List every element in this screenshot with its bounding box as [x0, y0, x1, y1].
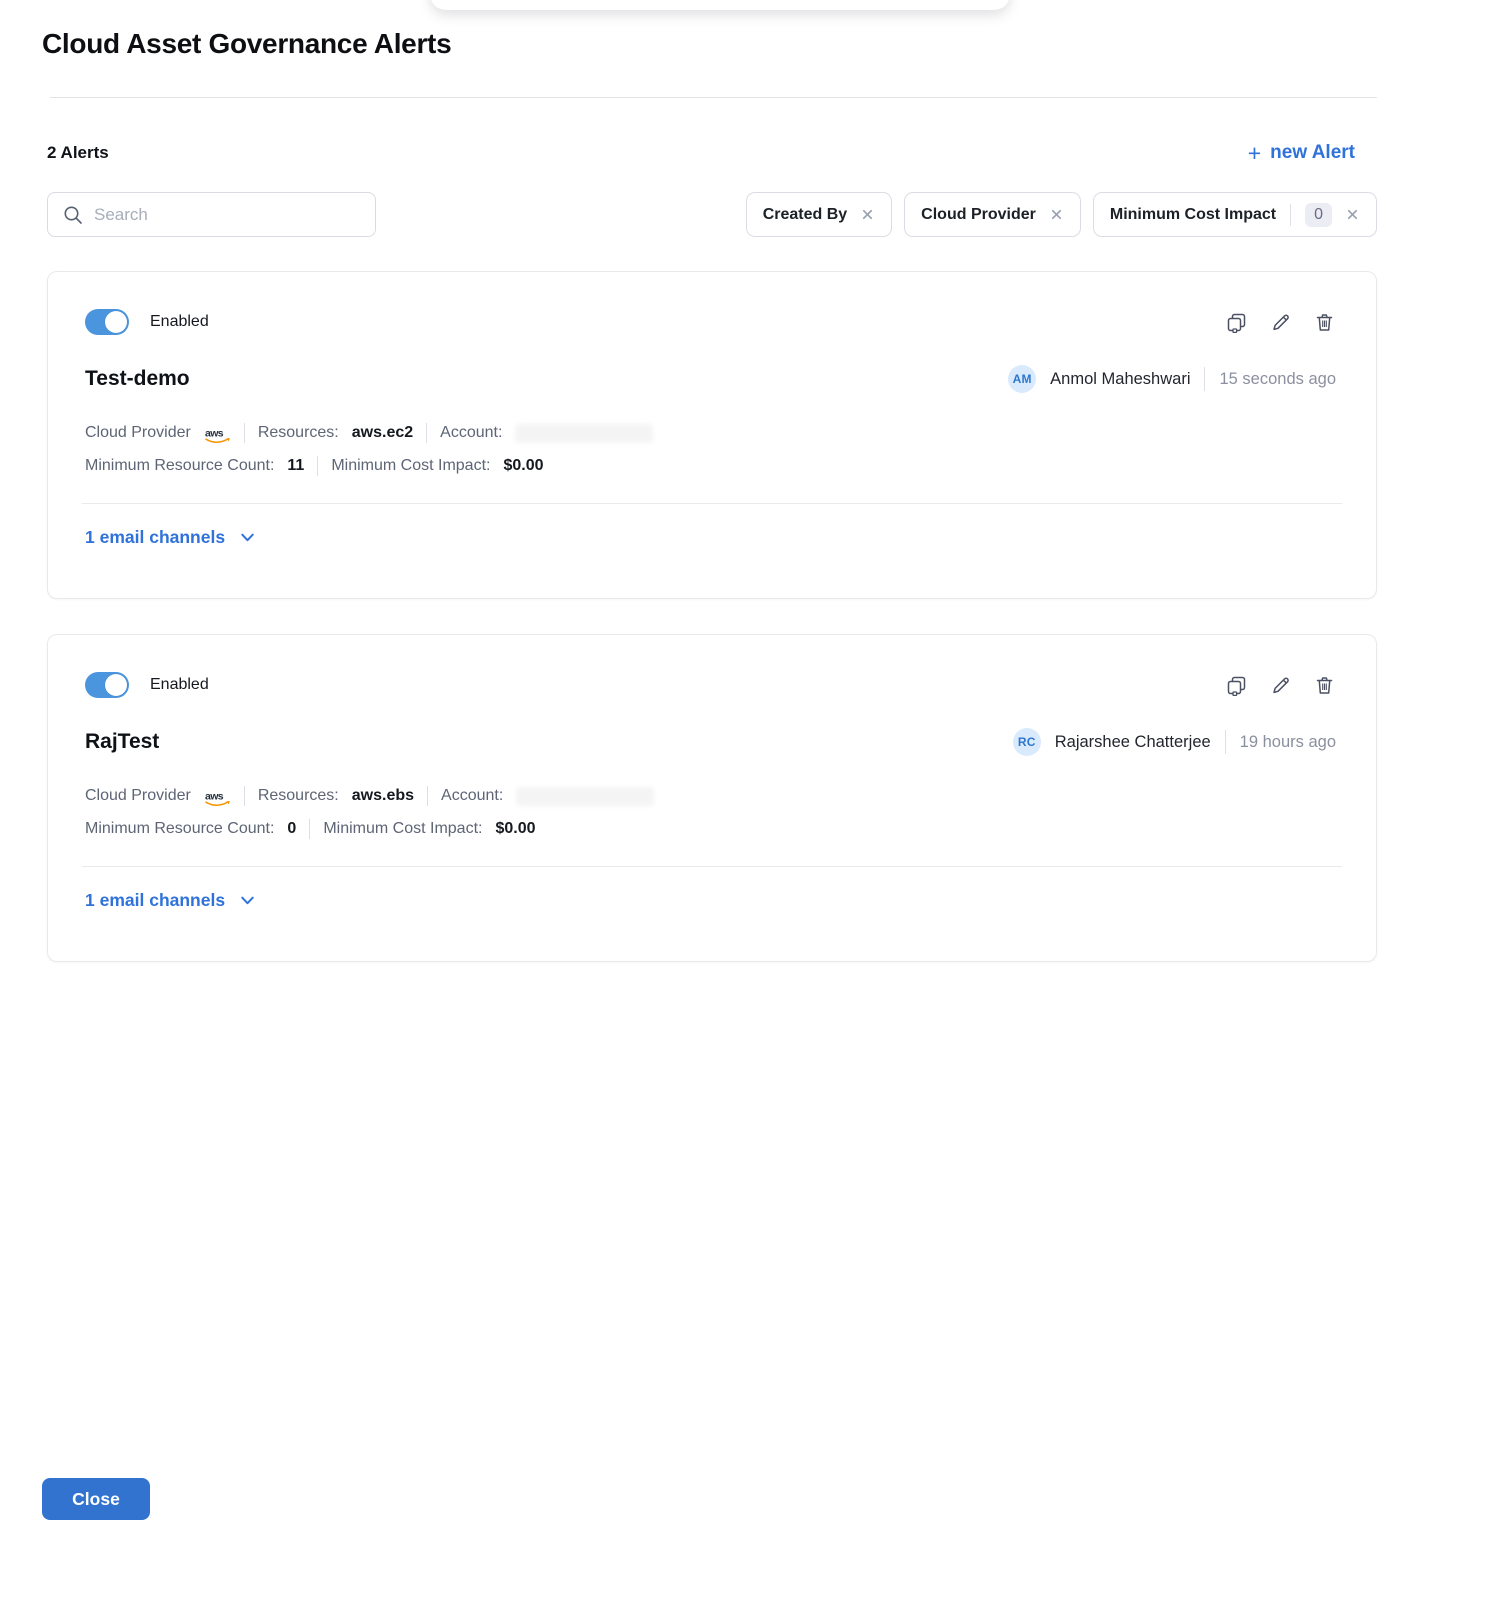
filter-value-badge: 0	[1305, 203, 1332, 227]
alerts-count: 2 Alerts	[47, 143, 109, 163]
alert-name: Test-demo	[85, 367, 190, 391]
detail-divider	[244, 423, 245, 443]
duplicate-button[interactable]	[1225, 674, 1248, 697]
filter-chip-cloud-provider[interactable]: Cloud Provider	[904, 192, 1081, 237]
resources-value: aws.ebs	[352, 787, 414, 805]
email-channels-label: 1 email channels	[85, 890, 225, 911]
account-label: Account:	[440, 424, 502, 442]
enabled-toggle[interactable]	[85, 309, 129, 335]
alert-card: Enabled	[47, 634, 1377, 962]
chip-divider	[1290, 204, 1291, 226]
svg-text:aws: aws	[205, 427, 224, 439]
aws-icon: aws	[204, 790, 231, 807]
min-resource-count-value: 11	[287, 457, 304, 475]
edit-button[interactable]	[1269, 311, 1292, 334]
search-icon	[62, 204, 84, 226]
chevron-down-icon	[238, 891, 257, 910]
min-resource-count-value: 0	[287, 820, 296, 838]
meta-divider	[1225, 730, 1226, 754]
card-divider	[82, 503, 1342, 504]
remove-filter-icon[interactable]	[1345, 207, 1360, 222]
alerts-panel: 2 Alerts + new Alert Created By	[47, 138, 1377, 962]
chevron-down-icon	[238, 528, 257, 547]
filter-chip-created-by[interactable]: Created By	[746, 192, 892, 237]
card-divider	[82, 866, 1342, 867]
toggle-knob	[105, 674, 127, 696]
duplicate-icon	[1225, 674, 1248, 697]
filter-chip-label: Created By	[763, 206, 847, 224]
alert-name: RajTest	[85, 730, 159, 754]
min-cost-impact-label: Minimum Cost Impact:	[331, 457, 490, 475]
min-resource-count-label: Minimum Resource Count:	[85, 820, 274, 838]
cloud-provider-label: Cloud Provider	[85, 787, 191, 805]
page-title: Cloud Asset Governance Alerts	[42, 28, 451, 60]
edit-icon	[1269, 311, 1292, 334]
resources-label: Resources:	[258, 787, 339, 805]
detail-divider	[244, 786, 245, 806]
author-name: Rajarshee Chatterjee	[1055, 733, 1211, 752]
remove-filter-icon[interactable]	[860, 207, 875, 222]
email-channels-label: 1 email channels	[85, 527, 225, 548]
min-cost-impact-value: $0.00	[495, 820, 535, 838]
updated-timestamp: 19 hours ago	[1240, 733, 1336, 752]
close-button[interactable]: Close	[42, 1478, 150, 1520]
email-channels-toggle[interactable]: 1 email channels	[85, 890, 257, 911]
author-name: Anmol Maheshwari	[1050, 370, 1190, 389]
duplicate-icon	[1225, 311, 1248, 334]
meta-divider	[1204, 367, 1205, 391]
edit-button[interactable]	[1269, 674, 1292, 697]
account-value-redacted	[515, 424, 653, 443]
enabled-label: Enabled	[150, 676, 209, 694]
search-input[interactable]	[94, 205, 361, 225]
filter-chip-min-cost-impact[interactable]: Minimum Cost Impact 0	[1093, 192, 1377, 237]
min-cost-impact-label: Minimum Cost Impact:	[323, 820, 482, 838]
enabled-toggle[interactable]	[85, 672, 129, 698]
avatar: RC	[1013, 728, 1041, 756]
duplicate-button[interactable]	[1225, 311, 1248, 334]
min-resource-count-label: Minimum Resource Count:	[85, 457, 274, 475]
enabled-label: Enabled	[150, 313, 209, 331]
new-alert-label: new Alert	[1270, 142, 1355, 164]
min-cost-impact-value: $0.00	[503, 457, 543, 475]
svg-text:aws: aws	[205, 790, 224, 802]
trash-icon	[1313, 674, 1336, 697]
detail-divider	[309, 819, 310, 839]
remove-filter-icon[interactable]	[1049, 207, 1064, 222]
plus-icon: +	[1248, 142, 1261, 165]
detail-divider	[426, 423, 427, 443]
search-box[interactable]	[47, 192, 376, 237]
resources-label: Resources:	[258, 424, 339, 442]
cloud-provider-label: Cloud Provider	[85, 424, 191, 442]
delete-button[interactable]	[1313, 674, 1336, 697]
filter-chip-label: Minimum Cost Impact	[1110, 206, 1276, 224]
resources-value: aws.ec2	[352, 424, 413, 442]
detail-divider	[317, 456, 318, 476]
overlay-edge-artifact	[430, 0, 1010, 10]
updated-timestamp: 15 seconds ago	[1219, 370, 1336, 389]
trash-icon	[1313, 311, 1336, 334]
email-channels-toggle[interactable]: 1 email channels	[85, 527, 257, 548]
detail-divider	[427, 786, 428, 806]
alert-card: Enabled	[47, 271, 1377, 599]
account-value-redacted	[516, 787, 654, 806]
new-alert-button[interactable]: + new Alert	[1248, 142, 1355, 165]
title-divider	[50, 97, 1377, 98]
edit-icon	[1269, 674, 1292, 697]
toggle-knob	[105, 311, 127, 333]
delete-button[interactable]	[1313, 311, 1336, 334]
filter-chip-label: Cloud Provider	[921, 206, 1036, 224]
filter-chips: Created By Cloud Provider Minimum Cost I…	[746, 192, 1377, 237]
account-label: Account:	[441, 787, 503, 805]
avatar: AM	[1008, 365, 1036, 393]
aws-icon: aws	[204, 427, 231, 444]
